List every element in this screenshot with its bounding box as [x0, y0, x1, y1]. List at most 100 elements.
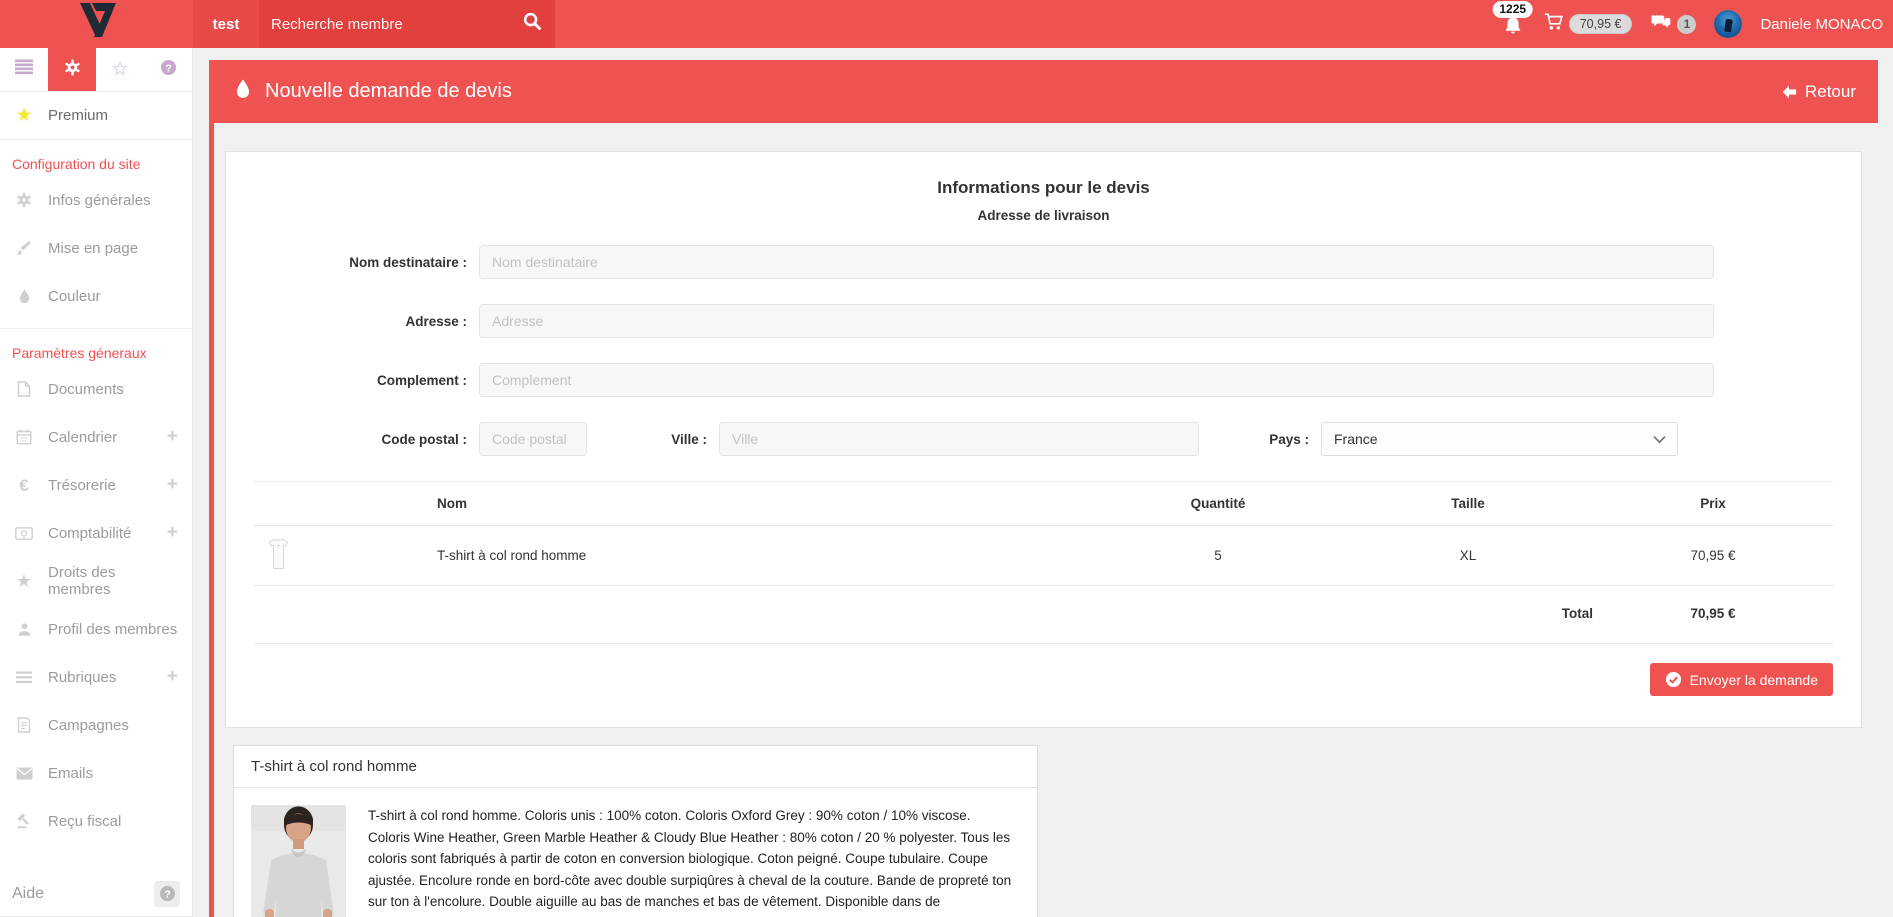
star-outline-icon: ☆ [111, 60, 128, 79]
envoyer-demande-label: Envoyer la demande [1690, 672, 1818, 688]
nom-destinataire-field[interactable] [479, 245, 1714, 279]
search-input[interactable] [271, 16, 522, 33]
tab-menu[interactable] [0, 48, 48, 91]
member-search [259, 0, 555, 48]
droplet-icon [13, 289, 35, 304]
site-tab[interactable]: test [193, 0, 259, 48]
page-title: Nouvelle demande de devis [265, 80, 1780, 103]
bell-icon [1503, 15, 1523, 40]
sidebar-item-label: Trésorerie [48, 477, 167, 494]
nom-destinataire-label: Nom destinataire : [254, 255, 479, 270]
expand-plus-icon[interactable]: + [167, 666, 178, 688]
sidebar-item-label: Emails [48, 765, 178, 782]
sidebar-item-emails[interactable]: Emails [0, 749, 192, 797]
sidebar-item-label: Reçu fiscal [48, 813, 178, 830]
ville-field[interactable] [719, 422, 1199, 456]
messages-count-badge: 1 [1677, 15, 1696, 34]
total-value: 70,95 € [1593, 606, 1833, 621]
brush-icon [13, 240, 35, 256]
arrow-left-icon [1780, 84, 1798, 100]
sidebar-section-parametres: Paramètres géneraux [0, 329, 192, 365]
table-row: T-shirt à col rond homme 5 XL 70,95 € [254, 526, 1833, 586]
document-text-icon [13, 717, 35, 733]
aide-help-button[interactable]: ? [154, 881, 180, 907]
form-subtitle: Adresse de livraison [254, 208, 1833, 223]
sidebar: ☆ ? ★ Premium Configuration du site [0, 48, 193, 917]
adresse-label: Adresse : [254, 314, 479, 329]
user-avatar[interactable] [1714, 10, 1742, 38]
sidebar-item-infos-generales[interactable]: Infos générales [0, 176, 192, 224]
sidebar-item-label: Infos générales [48, 192, 178, 209]
sidebar-item-label: Couleur [48, 288, 178, 305]
pays-selected-value: France [1334, 431, 1378, 447]
premium-star-icon: ★ [13, 106, 35, 125]
envoyer-demande-button[interactable]: Envoyer la demande [1650, 663, 1833, 696]
column-taille: Taille [1343, 482, 1593, 526]
tshirt-thumbnail-icon [267, 538, 290, 573]
star-icon: ★ [13, 572, 35, 590]
product-card: T-shirt à col rond homme [233, 745, 1038, 917]
sidebar-item-campagnes[interactable]: Campagnes [0, 701, 192, 749]
gear-icon [64, 59, 81, 81]
cart-button[interactable]: 70,95 € [1544, 13, 1633, 36]
pays-select[interactable]: France [1321, 422, 1678, 456]
tab-favorites[interactable]: ☆ [96, 48, 144, 91]
sidebar-item-label: Premium [48, 107, 178, 124]
euro-icon: € [13, 477, 35, 494]
product-photo [251, 805, 346, 917]
envelope-icon [13, 767, 35, 780]
complement-field[interactable] [479, 363, 1714, 397]
search-icon[interactable] [522, 11, 543, 37]
calendar-icon [13, 429, 35, 445]
user-icon [13, 622, 35, 637]
total-label: Total [1562, 606, 1593, 621]
sidebar-item-premium[interactable]: ★ Premium [0, 92, 192, 140]
messages-button[interactable]: 1 [1650, 13, 1696, 36]
card-footer: Envoyer la demande [254, 643, 1833, 711]
sidebar-item-label: Campagnes [48, 717, 178, 734]
main-content: Nouvelle demande de devis Retour Informa… [193, 48, 1893, 917]
sidebar-item-droits-membres[interactable]: ★ Droits des membres [0, 557, 192, 605]
sidebar-item-profil-membres[interactable]: Profil des membres [0, 605, 192, 653]
sidebar-section-configuration: Configuration du site [0, 140, 192, 176]
expand-plus-icon[interactable]: + [167, 474, 178, 496]
complement-label: Complement : [254, 373, 479, 388]
gear-icon [13, 192, 35, 208]
code-postal-field[interactable] [479, 422, 587, 456]
column-quantite: Quantité [1093, 482, 1343, 526]
sidebar-item-recu-fiscal[interactable]: Reçu fiscal [0, 797, 192, 845]
back-button[interactable]: Retour [1780, 82, 1856, 102]
tab-help[interactable]: ? [144, 48, 192, 91]
sidebar-item-tresorerie[interactable]: € Trésorerie + [0, 461, 192, 509]
item-name: T-shirt à col rond homme [437, 526, 1093, 586]
sidebar-item-label: Documents [48, 381, 178, 398]
aide-row: Aide ? [0, 871, 192, 917]
item-price: 70,95 € [1593, 526, 1833, 586]
accent-left-border [209, 123, 214, 917]
sidebar-item-documents[interactable]: Documents [0, 365, 192, 413]
chat-icon [1650, 13, 1672, 36]
page-header: Nouvelle demande de devis Retour [209, 60, 1878, 123]
form-title: Informations pour le devis [254, 178, 1833, 198]
banknote-icon [13, 527, 35, 540]
gavel-icon [13, 813, 35, 829]
sidebar-item-label: Comptabilité [48, 525, 167, 542]
expand-plus-icon[interactable]: + [167, 426, 178, 448]
item-quantity: 5 [1093, 526, 1343, 586]
app-logo[interactable] [0, 0, 193, 48]
svg-text:?: ? [164, 889, 170, 900]
sidebar-item-calendrier[interactable]: Calendrier + [0, 413, 192, 461]
hamburger-icon [15, 59, 33, 80]
sidebar-item-mise-en-page[interactable]: Mise en page [0, 224, 192, 272]
topbar: test 1225 [0, 0, 1893, 48]
adresse-field[interactable] [479, 304, 1714, 338]
sidebar-item-rubriques[interactable]: Rubriques + [0, 653, 192, 701]
v7-logo-icon [75, 3, 119, 46]
sidebar-item-comptabilite[interactable]: Comptabilité + [0, 509, 192, 557]
sidebar-item-couleur[interactable]: Couleur [0, 272, 192, 320]
expand-plus-icon[interactable]: + [167, 522, 178, 544]
notification-badge: 1225 [1492, 1, 1533, 18]
notifications-button[interactable]: 1225 [1500, 0, 1526, 48]
user-name[interactable]: Daniele MONACO [1760, 16, 1883, 33]
tab-settings[interactable] [48, 48, 96, 91]
